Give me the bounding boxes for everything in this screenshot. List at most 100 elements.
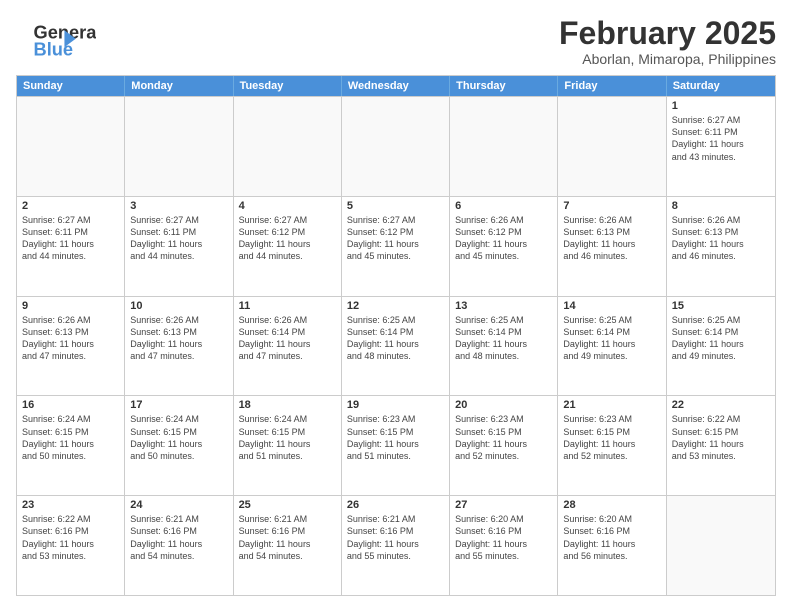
day-number: 9 [22, 300, 119, 312]
day-number: 7 [563, 200, 660, 212]
day-number: 24 [130, 499, 227, 511]
day-cell-20: 20 Sunrise: 6:23 AM Sunset: 6:15 PM Dayli… [450, 396, 558, 495]
day-cell-11: 11 Sunrise: 6:26 AM Sunset: 6:14 PM Dayli… [234, 297, 342, 396]
logo-icon: General Blue [16, 19, 96, 64]
day-cell-12: 12 Sunrise: 6:25 AM Sunset: 6:14 PM Dayli… [342, 297, 450, 396]
day-cell-13: 13 Sunrise: 6:25 AM Sunset: 6:14 PM Dayli… [450, 297, 558, 396]
day-cell-1: 1Sunrise: 6:27 AM Sunset: 6:11 PM Daylig… [667, 97, 775, 196]
empty-cell [342, 97, 450, 196]
day-cell-17: 17 Sunrise: 6:24 AM Sunset: 6:15 PM Dayli… [125, 396, 233, 495]
day-cell-21: 21 Sunrise: 6:23 AM Sunset: 6:15 PM Dayli… [558, 396, 666, 495]
day-number: 11 [239, 300, 336, 312]
day-info: Sunrise: 6:21 AM Sunset: 6:16 PM Dayligh… [239, 513, 336, 562]
day-number: 28 [563, 499, 660, 511]
calendar-body: 1 Sunrise: 6:27 AM Sunset: 6:11 PM Daylig… [17, 96, 775, 595]
calendar-row-1: 2 Sunrise: 6:27 AM Sunset: 6:11 PM Daylig… [17, 196, 775, 296]
day-info: Sunrise: 6:26 AM Sunset: 6:13 PM Dayligh… [672, 214, 770, 263]
day-number: 16 [22, 399, 119, 411]
day-info: Sunrise: 6:26 AM Sunset: 6:14 PM Dayligh… [239, 314, 336, 363]
day-cell-14: 14 Sunrise: 6:25 AM Sunset: 6:14 PM Dayli… [558, 297, 666, 396]
header-day-wednesday: Wednesday [342, 76, 450, 96]
day-cell-4: 4 Sunrise: 6:27 AM Sunset: 6:12 PM Daylig… [234, 197, 342, 296]
day-info: Sunrise: 6:26 AM Sunset: 6:13 PM Dayligh… [563, 214, 660, 263]
day-info: Sunrise: 6:24 AM Sunset: 6:15 PM Dayligh… [130, 413, 227, 462]
day-info: Sunrise: 6:23 AM Sunset: 6:15 PM Dayligh… [563, 413, 660, 462]
day-cell-24: 24 Sunrise: 6:21 AM Sunset: 6:16 PM Dayli… [125, 496, 233, 595]
calendar-row-0: 1Sunrise: 6:27 AM Sunset: 6:11 PM Daylig… [17, 96, 775, 196]
calendar-page: General Blue February 2025 Aborlan, Mima… [0, 0, 792, 612]
day-cell-8: 8 Sunrise: 6:26 AM Sunset: 6:13 PM Daylig… [667, 197, 775, 296]
day-number: 3 [130, 200, 227, 212]
day-number: 27 [455, 499, 552, 511]
day-info: Sunrise: 6:26 AM Sunset: 6:13 PM Dayligh… [22, 314, 119, 363]
empty-cell [234, 97, 342, 196]
day-info: Sunrise: 6:26 AM Sunset: 6:13 PM Dayligh… [130, 314, 227, 363]
day-cell-19: 19Sunrise: 6:23 AM Sunset: 6:15 PM Dayli… [342, 396, 450, 495]
day-cell-18: 18 Sunrise: 6:24 AM Sunset: 6:15 PM Dayli… [234, 396, 342, 495]
calendar-row-4: 23 Sunrise: 6:22 AM Sunset: 6:16 PM Dayli… [17, 495, 775, 595]
day-cell-15: 15Sunrise: 6:25 AM Sunset: 6:14 PM Dayli… [667, 297, 775, 396]
day-cell-28: 28Sunrise: 6:20 AM Sunset: 6:16 PM Dayli… [558, 496, 666, 595]
day-number: 23 [22, 499, 119, 511]
empty-cell [558, 97, 666, 196]
day-number: 22 [672, 399, 770, 411]
day-cell-27: 27 Sunrise: 6:20 AM Sunset: 6:16 PM Dayli… [450, 496, 558, 595]
header-day-saturday: Saturday [667, 76, 775, 96]
calendar-header: SundayMondayTuesdayWednesdayThursdayFrid… [17, 76, 775, 96]
day-info: Sunrise: 6:21 AM Sunset: 6:16 PM Dayligh… [347, 513, 444, 562]
day-info: Sunrise: 6:25 AM Sunset: 6:14 PM Dayligh… [563, 314, 660, 363]
day-info: Sunrise: 6:26 AM Sunset: 6:12 PM Dayligh… [455, 214, 552, 263]
day-info: Sunrise: 6:25 AM Sunset: 6:14 PM Dayligh… [347, 314, 444, 363]
day-cell-9: 9 Sunrise: 6:26 AM Sunset: 6:13 PM Daylig… [17, 297, 125, 396]
day-info: Sunrise: 6:21 AM Sunset: 6:16 PM Dayligh… [130, 513, 227, 562]
title-block: February 2025 Aborlan, Mimaropa, Philipp… [559, 16, 776, 67]
day-number: 4 [239, 200, 336, 212]
day-number: 8 [672, 200, 770, 212]
day-info: Sunrise: 6:23 AM Sunset: 6:15 PM Dayligh… [455, 413, 552, 462]
empty-cell [450, 97, 558, 196]
header-day-thursday: Thursday [450, 76, 558, 96]
day-number: 17 [130, 399, 227, 411]
day-info: Sunrise: 6:23 AM Sunset: 6:15 PM Dayligh… [347, 413, 444, 462]
header-day-sunday: Sunday [17, 76, 125, 96]
day-cell-10: 10 Sunrise: 6:26 AM Sunset: 6:13 PM Dayli… [125, 297, 233, 396]
day-number: 5 [347, 200, 444, 212]
day-number: 1 [672, 100, 770, 112]
logo: General Blue [16, 16, 96, 66]
day-cell-6: 6 Sunrise: 6:26 AM Sunset: 6:12 PM Daylig… [450, 197, 558, 296]
day-cell-2: 2 Sunrise: 6:27 AM Sunset: 6:11 PM Daylig… [17, 197, 125, 296]
day-cell-7: 7 Sunrise: 6:26 AM Sunset: 6:13 PM Daylig… [558, 197, 666, 296]
day-cell-25: 25 Sunrise: 6:21 AM Sunset: 6:16 PM Dayli… [234, 496, 342, 595]
day-number: 2 [22, 200, 119, 212]
day-number: 14 [563, 300, 660, 312]
day-number: 13 [455, 300, 552, 312]
day-number: 25 [239, 499, 336, 511]
day-info: Sunrise: 6:24 AM Sunset: 6:15 PM Dayligh… [239, 413, 336, 462]
day-number: 10 [130, 300, 227, 312]
header-day-tuesday: Tuesday [234, 76, 342, 96]
day-info: Sunrise: 6:22 AM Sunset: 6:15 PM Dayligh… [672, 413, 770, 462]
day-cell-23: 23 Sunrise: 6:22 AM Sunset: 6:16 PM Dayli… [17, 496, 125, 595]
day-info: Sunrise: 6:22 AM Sunset: 6:16 PM Dayligh… [22, 513, 119, 562]
day-info: Sunrise: 6:25 AM Sunset: 6:14 PM Dayligh… [455, 314, 552, 363]
calendar: SundayMondayTuesdayWednesdayThursdayFrid… [16, 75, 776, 596]
day-cell-3: 3 Sunrise: 6:27 AM Sunset: 6:11 PM Daylig… [125, 197, 233, 296]
day-number: 21 [563, 399, 660, 411]
day-number: 18 [239, 399, 336, 411]
day-number: 15 [672, 300, 770, 312]
day-info: Sunrise: 6:20 AM Sunset: 6:16 PM Dayligh… [455, 513, 552, 562]
empty-cell [667, 496, 775, 595]
header: General Blue February 2025 Aborlan, Mima… [16, 16, 776, 67]
day-info: Sunrise: 6:27 AM Sunset: 6:11 PM Dayligh… [130, 214, 227, 263]
month-title: February 2025 [559, 16, 776, 51]
header-day-friday: Friday [558, 76, 666, 96]
day-cell-22: 22 Sunrise: 6:22 AM Sunset: 6:15 PM Dayli… [667, 396, 775, 495]
day-info: Sunrise: 6:27 AM Sunset: 6:12 PM Dayligh… [239, 214, 336, 263]
day-info: Sunrise: 6:27 AM Sunset: 6:11 PM Dayligh… [22, 214, 119, 263]
day-number: 20 [455, 399, 552, 411]
empty-cell [17, 97, 125, 196]
day-number: 6 [455, 200, 552, 212]
calendar-row-2: 9 Sunrise: 6:26 AM Sunset: 6:13 PM Daylig… [17, 296, 775, 396]
day-number: 26 [347, 499, 444, 511]
day-number: 12 [347, 300, 444, 312]
